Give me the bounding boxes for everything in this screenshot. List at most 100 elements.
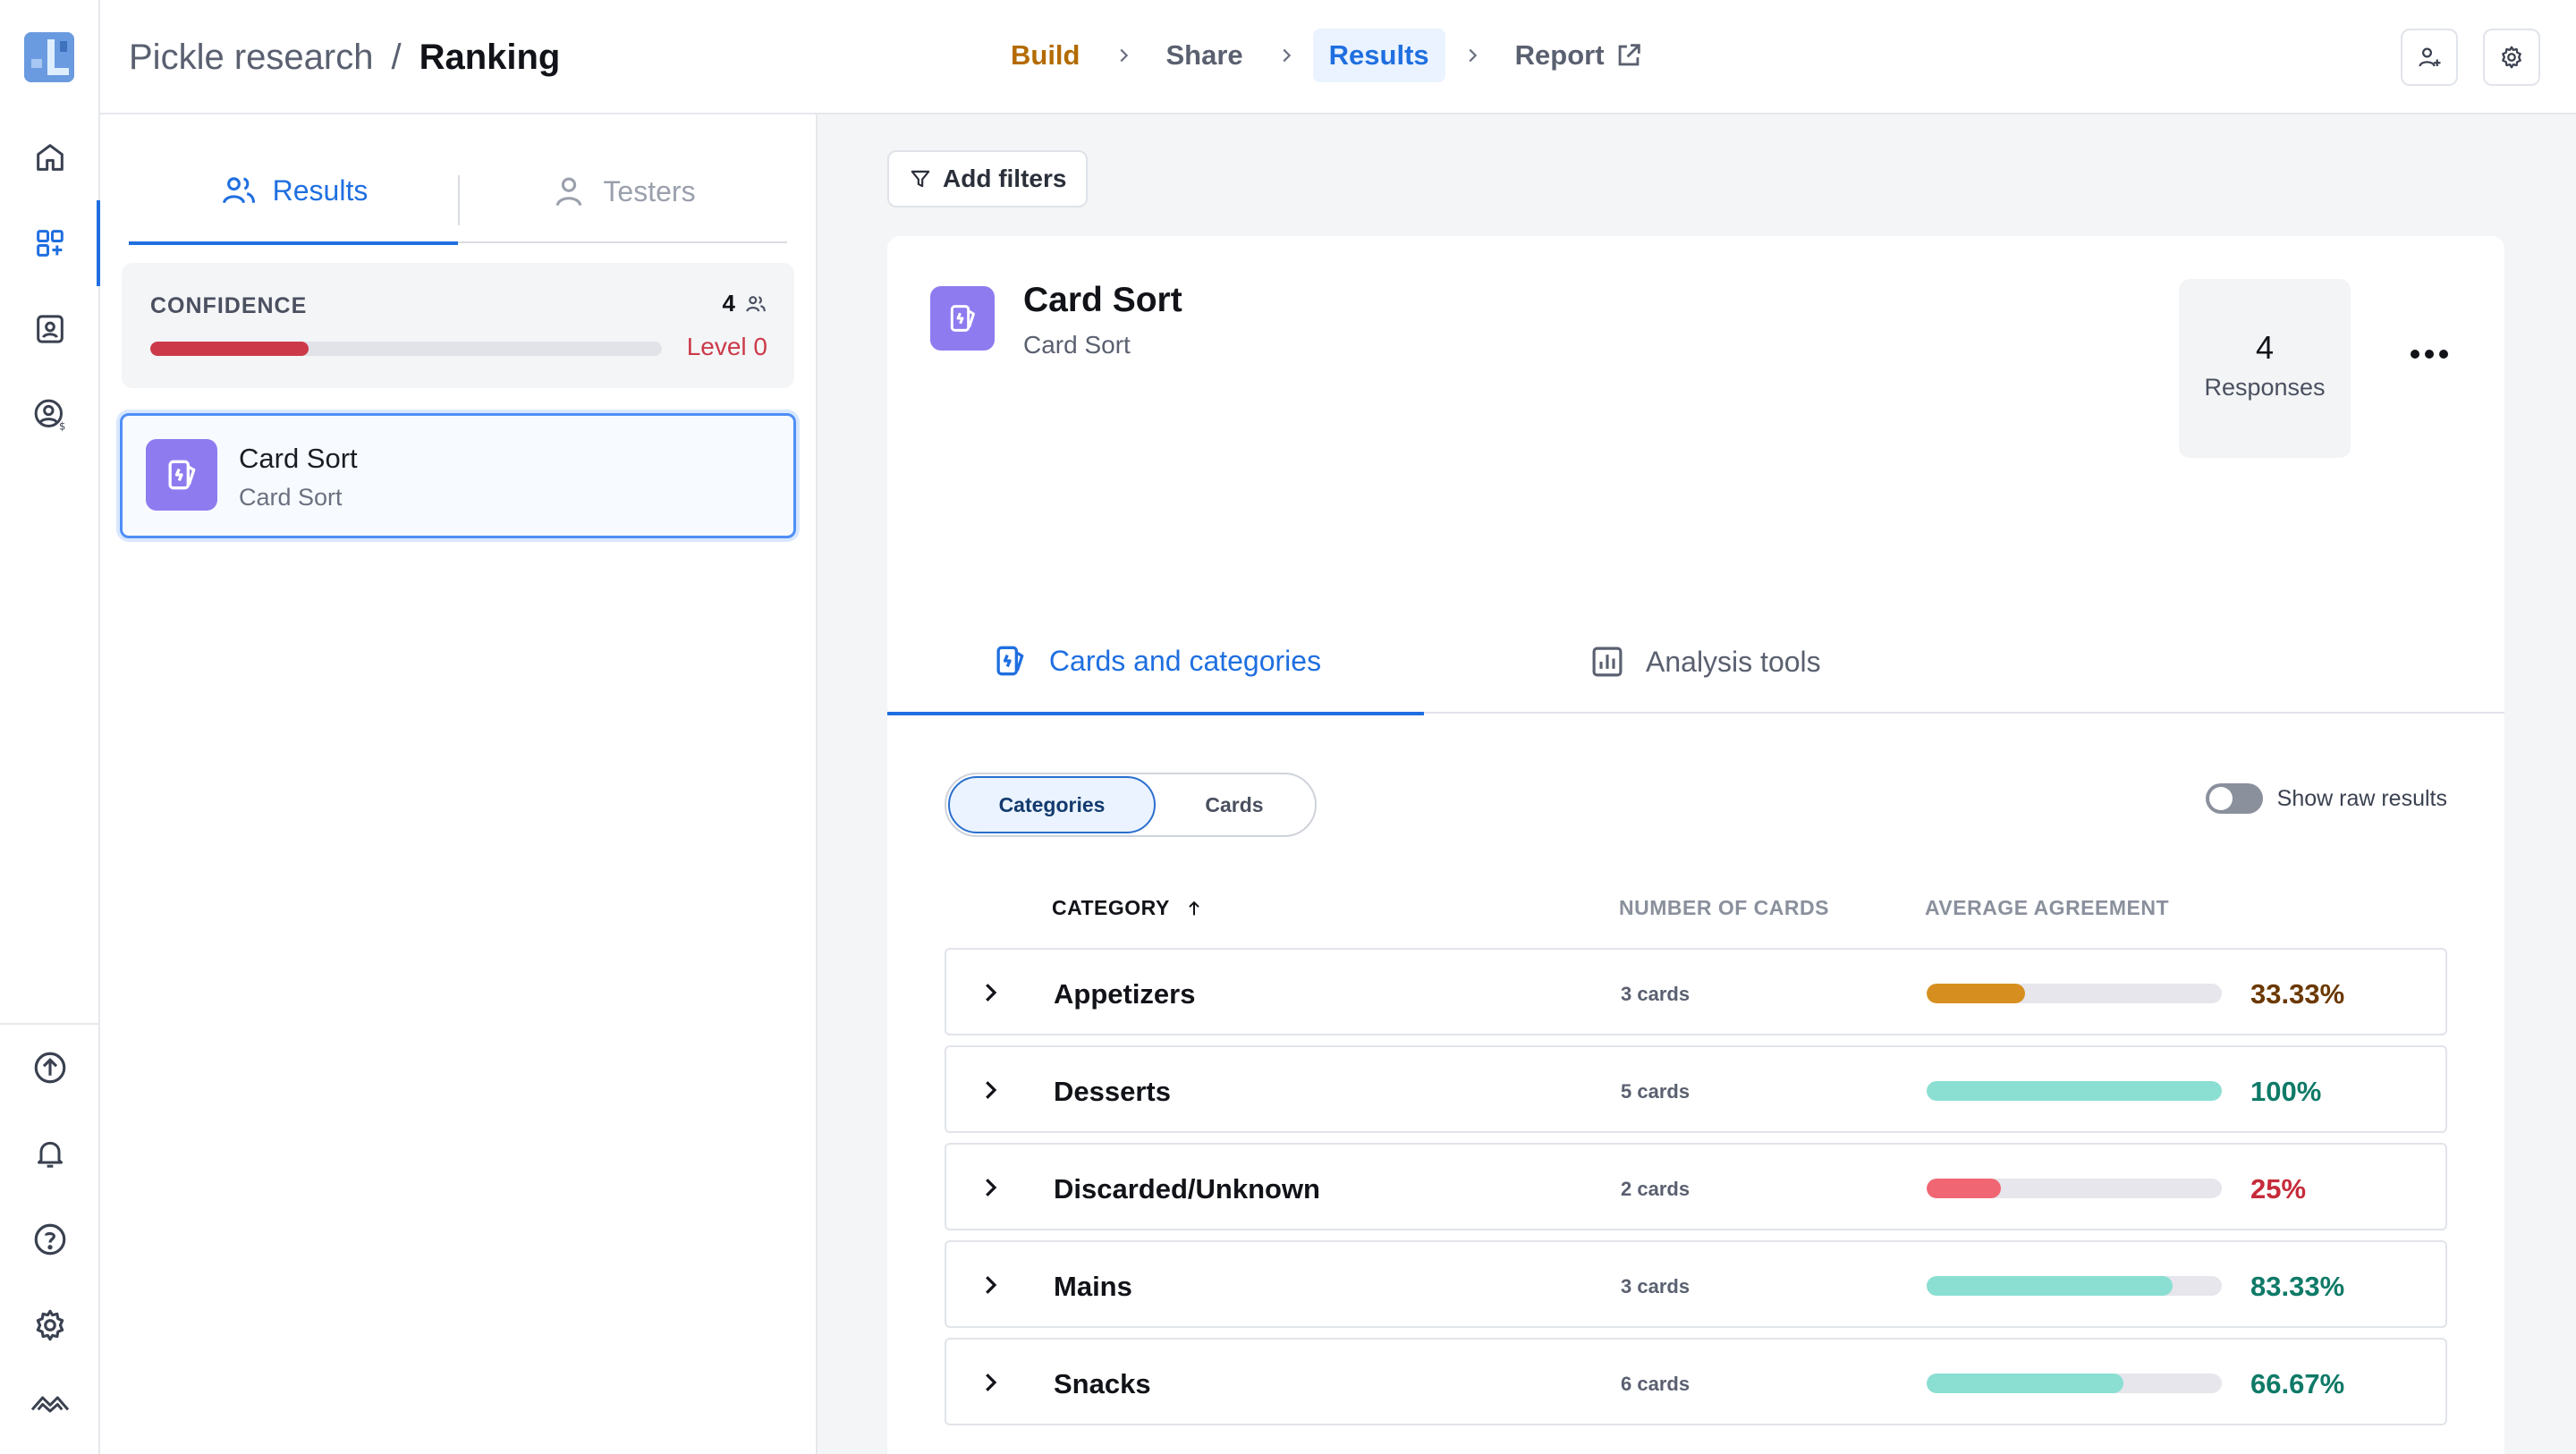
filter-icon [909,167,932,190]
chevron-right-icon[interactable] [977,1077,1004,1103]
tab-cards-and-categories[interactable]: Cards and categories [887,610,1424,715]
table-row[interactable]: Desserts 5 cards 100% [945,1045,2447,1133]
responses-label: Responses [2204,374,2326,401]
svg-text:$: $ [59,420,65,433]
more-options-button[interactable] [2402,336,2456,372]
chevron-right-icon [1259,46,1313,65]
contacts-icon[interactable] [25,304,75,354]
user-billing-icon[interactable]: $ [25,390,75,440]
section-subtitle: Card Sort [1023,331,1131,359]
breadcrumb-parent[interactable]: Pickle research [129,32,373,82]
chevron-right-icon[interactable] [977,1369,1004,1396]
breadcrumb: Pickle research / Ranking [129,32,560,82]
category-name: Desserts [1054,1076,1171,1107]
page-title: Ranking [419,38,561,77]
left-panel-tabs: Results Testers [129,139,787,245]
table-row[interactable]: Appetizers 3 cards 33.33% [945,948,2447,1036]
tab-analysis-tools[interactable]: Analysis tools [1589,610,1821,714]
notifications-bell-icon[interactable] [25,1129,75,1179]
table-row[interactable]: Mains 3 cards 83.33% [945,1240,2447,1328]
agreement-percent: 33.33% [2250,978,2345,1010]
sort-ascending-icon [1184,898,1204,919]
chevron-right-icon [1445,46,1499,65]
step-build[interactable]: Build [995,29,1097,82]
external-link-icon [1614,40,1644,71]
agreement-percent: 83.33% [2250,1271,2345,1302]
category-name: Appetizers [1054,978,1196,1010]
step-results[interactable]: Results [1312,29,1445,82]
step-share[interactable]: Share [1150,29,1259,82]
dot [2425,350,2434,359]
agreement-percent: 25% [2250,1173,2307,1205]
card-sort-icon [146,439,217,511]
add-user-button[interactable] [2401,29,2458,86]
users-icon [219,171,258,210]
upgrade-icon[interactable] [25,1043,75,1093]
confidence-panel: CONFIDENCE 4 Level 0 [122,263,794,388]
main-content: Add filters Card Sort Card Sort 4 Respon… [818,114,2576,1454]
users-icon [744,292,767,316]
tab-results[interactable]: Results [129,139,458,245]
tab-testers-label: Testers [603,174,696,207]
column-header-average-agreement: AVERAGE AGREEMENT [1925,896,2170,919]
show-raw-results: Show raw results [2205,783,2447,814]
study-title: Card Sort [239,443,358,474]
results-tabs: Cards and categories Analysis tools [887,610,2504,715]
agreement-percent: 66.67% [2250,1368,2345,1399]
raw-results-label: Show raw results [2276,785,2447,811]
table-row[interactable]: Discarded/Unknown 2 cards 25% [945,1143,2447,1230]
table-row[interactable]: Snacks 6 cards 66.67% [945,1338,2447,1425]
agreement-percent: 100% [2250,1076,2322,1107]
brand-icon[interactable] [25,1377,75,1427]
category-name: Discarded/Unknown [1054,1173,1320,1205]
tab-testers[interactable]: Testers [458,139,787,243]
category-name: Mains [1054,1271,1132,1302]
confidence-progress-fill [150,342,309,356]
confidence-level: Level 0 [686,333,767,360]
category-name: Snacks [1054,1368,1151,1399]
raw-results-toggle[interactable] [2205,783,2263,814]
chevron-right-icon[interactable] [977,1272,1004,1298]
home-icon[interactable] [25,132,75,182]
card-count: 5 cards [1621,1080,1690,1103]
chevron-right-icon[interactable] [977,1174,1004,1201]
agreement-bar-fill [1927,1374,2123,1393]
column-header-category[interactable]: CATEGORY [1052,896,1204,920]
confidence-progress-bar [150,342,662,356]
settings-gear-icon [2498,44,2525,71]
agreement-bar-fill [1927,984,2025,1003]
agreement-bar [1927,1081,2222,1101]
help-icon[interactable] [25,1214,75,1264]
tab-analysis-label: Analysis tools [1646,645,1821,678]
add-filters-label: Add filters [943,165,1067,192]
responses-count: 4 [2255,329,2275,366]
rail-divider [0,1023,100,1025]
add-filters-button[interactable]: Add filters [887,150,1089,207]
chevron-right-icon [1097,46,1150,65]
settings-gear-icon[interactable] [25,1300,75,1350]
agreement-bar-fill [1927,1081,2222,1101]
tab-cards-label: Cards and categories [1048,644,1322,677]
step-build-label: Build [1011,39,1080,71]
confidence-label: CONFIDENCE [150,293,308,318]
agreement-bar-fill [1927,1179,2001,1198]
segment-categories[interactable]: Categories [948,776,1156,833]
view-segmented-control: Categories Cards [945,773,1317,837]
settings-button[interactable] [2483,29,2540,86]
top-bar: Pickle research / Ranking Build Share Re… [100,0,2576,114]
step-share-label: Share [1165,39,1243,71]
card-count: 3 cards [1621,1275,1690,1298]
step-results-label: Results [1328,39,1429,71]
dashboard-grid-icon[interactable] [25,218,75,268]
add-user-icon [2416,44,2443,71]
step-report[interactable]: Report [1499,29,1660,82]
study-card-sort[interactable]: Card Sort Card Sort [120,413,796,538]
chevron-right-icon[interactable] [977,979,1004,1006]
segment-cards[interactable]: Cards [1156,776,1313,833]
category-header-label: CATEGORY [1052,896,1170,919]
card-sort-icon [930,286,995,351]
study-subtitle: Card Sort [239,484,343,511]
confidence-count-value: 4 [722,290,735,317]
left-rail: $ [0,0,100,1454]
app-logo[interactable] [24,32,74,82]
